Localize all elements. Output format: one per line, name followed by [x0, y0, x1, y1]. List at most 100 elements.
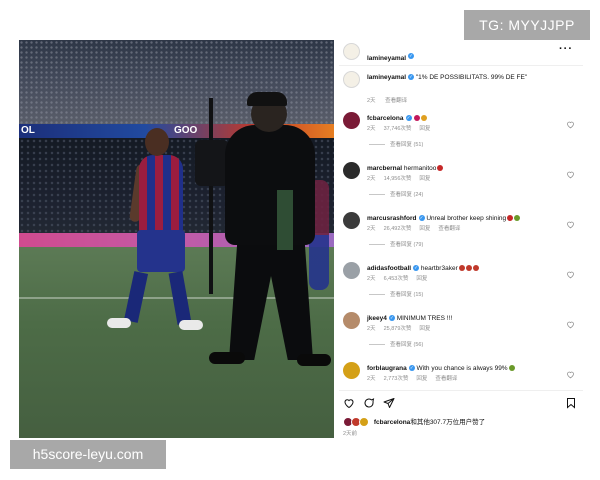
- player-boot-right: [179, 320, 203, 330]
- comment-text-line: marcusrashford ✓ Unreal brother keep shin…: [367, 214, 567, 223]
- reply-link[interactable]: 回复: [419, 126, 430, 132]
- comment-like-count[interactable]: 6,453次赞: [384, 276, 409, 282]
- caption-meta: 2天 查看翻译: [367, 96, 415, 104]
- view-replies-link[interactable]: 查看回复 (51): [390, 140, 423, 148]
- comment-row: jkeey4 ✓ MINIMUM TRES !!! 2天 25,879次赞 回复查看回复…: [339, 312, 583, 358]
- commenter-username[interactable]: jkeey4: [367, 315, 387, 322]
- post-header: lamineyamal ✓ ···: [339, 40, 583, 64]
- commenter-avatar[interactable]: [343, 362, 360, 379]
- comment-like-count[interactable]: 26,492次赞: [384, 226, 412, 232]
- caption-username[interactable]: lamineyamal: [367, 74, 406, 81]
- view-replies-link[interactable]: 查看回复 (15): [390, 290, 423, 298]
- likes-first-user[interactable]: fcbarcelona: [374, 419, 411, 426]
- author-username[interactable]: lamineyamal: [367, 55, 406, 62]
- post-photo[interactable]: OL GOO: [19, 40, 334, 438]
- comment-heart-icon[interactable]: [566, 220, 575, 229]
- comment-heart-icon[interactable]: [566, 370, 575, 379]
- reply-link[interactable]: 回复: [416, 276, 427, 282]
- comment-row: marcbernal hermanitoo 2天 14,956次赞 回复 查看回复 (2…: [339, 162, 583, 208]
- caption-time: 2天: [367, 98, 376, 104]
- bookmark-icon[interactable]: [565, 397, 577, 409]
- caption-text-line: lamineyamal ✓ "1% DE POSSIBILITATS. 99% D…: [367, 73, 567, 82]
- verified-badge-icon: ✓: [408, 52, 415, 59]
- comment-like-count[interactable]: 14,956次赞: [384, 176, 412, 182]
- emoji-icon: [465, 265, 472, 272]
- commenter-avatar[interactable]: [343, 262, 360, 279]
- verified-badge-icon: ✓: [388, 315, 395, 322]
- instagram-post-window: OL GOO lamineyamal ✓ ··· lamineyamal ✓ "…: [19, 40, 583, 438]
- commenter-avatar[interactable]: [343, 312, 360, 329]
- comments-panel: lamineyamal ✓ ··· lamineyamal ✓ "1% DE POS…: [339, 40, 583, 438]
- comment-heart-icon[interactable]: [566, 170, 575, 179]
- author-name-wrap: lamineyamal ✓: [367, 47, 415, 65]
- comment-like-count[interactable]: 2,773次赞: [384, 376, 409, 382]
- see-translation-link[interactable]: 查看翻译: [385, 98, 407, 104]
- emoji-icon: [507, 215, 514, 222]
- verified-badge-icon: ✓: [418, 215, 425, 222]
- comment-text: hermanitoo: [403, 165, 437, 172]
- see-translation-link[interactable]: 查看翻译: [438, 226, 460, 232]
- view-replies-link[interactable]: 查看回复 (56): [390, 340, 423, 348]
- cameraman-shoe-left: [209, 352, 245, 364]
- comment-time: 2天: [367, 226, 376, 232]
- commenter-username[interactable]: marcbernal: [367, 165, 402, 172]
- emoji-icon: [437, 165, 444, 172]
- comment-icon[interactable]: [363, 397, 375, 409]
- emoji-icon: [472, 265, 479, 272]
- comment-meta: 2天 37,746次赞 回复: [367, 124, 438, 132]
- verified-badge-icon: ✓: [408, 365, 415, 372]
- post-timestamp: 2天前: [343, 431, 358, 437]
- comment-text: With you chance is always 99%: [416, 365, 508, 372]
- comment-time: 2天: [367, 326, 376, 332]
- reply-link[interactable]: 回复: [419, 326, 430, 332]
- reply-link[interactable]: 回复: [419, 226, 430, 232]
- comment-row: marcusrashford ✓ Unreal brother keep shin…: [339, 212, 583, 258]
- caption-avatar[interactable]: [343, 71, 360, 88]
- comment-like-count[interactable]: 37,746次赞: [384, 126, 412, 132]
- verified-badge-icon: ✓: [408, 74, 415, 81]
- comment-text-line: marcbernal hermanitoo: [367, 164, 567, 173]
- likes-text: 和其他307.7万位用户赞了: [410, 419, 486, 426]
- player-boot-left: [107, 318, 131, 328]
- comment-row: fcbarcelona ✓ 2天 37,746次赞 回复 查看回复 (51): [339, 112, 583, 158]
- comment-text-line: fcbarcelona ✓: [367, 114, 567, 123]
- commenter-username[interactable]: fcbarcelona: [367, 115, 404, 122]
- commenter-avatar[interactable]: [343, 212, 360, 229]
- led-text-right: GOO: [174, 125, 198, 136]
- see-translation-link[interactable]: 查看翻译: [435, 376, 457, 382]
- commenter-username[interactable]: marcusrashford: [367, 215, 417, 222]
- emoji-icon: [421, 115, 428, 122]
- reply-link[interactable]: 回复: [416, 376, 427, 382]
- comment-meta: 2天 26,492次赞 回复 查看翻译: [367, 224, 468, 232]
- emoji-icon: [514, 215, 521, 222]
- comment-row: adidasfootball ✓ heartbr3aker 2天 6,453次赞 回复查…: [339, 262, 583, 308]
- emoji-icon: [508, 365, 515, 372]
- cameraman-shoe-right: [297, 354, 331, 366]
- player-head: [145, 128, 169, 156]
- commenter-avatar[interactable]: [343, 162, 360, 179]
- comment-heart-icon[interactable]: [566, 270, 575, 279]
- view-replies-link[interactable]: 查看回复 (79): [390, 240, 423, 248]
- comment-text-line: forblaugrana ✓ With you chance is always …: [367, 364, 567, 373]
- cameraman-strap: [277, 190, 293, 250]
- commenter-username[interactable]: adidasfootball: [367, 265, 411, 272]
- comment-like-count[interactable]: 25,879次赞: [384, 326, 412, 332]
- player-shirt: [139, 155, 183, 235]
- commenter-avatar[interactable]: [343, 112, 360, 129]
- author-avatar[interactable]: [343, 43, 360, 60]
- share-icon[interactable]: [383, 397, 395, 409]
- commenter-username[interactable]: forblaugrana: [367, 365, 407, 372]
- comment-heart-icon[interactable]: [566, 320, 575, 329]
- view-replies-link[interactable]: 查看回复 (24): [390, 190, 423, 198]
- watermark-telegram: TG: MYYJJPP: [464, 10, 590, 40]
- heart-icon[interactable]: [343, 397, 355, 409]
- more-options-icon[interactable]: ···: [559, 43, 573, 55]
- comment-meta: 2天 2,773次赞 回复 查看翻译: [367, 374, 465, 382]
- cameraman-body: [225, 125, 315, 245]
- reply-link[interactable]: 回复: [419, 176, 430, 182]
- comment-meta: 2天 6,453次赞 回复: [367, 274, 435, 282]
- comment-heart-icon[interactable]: [566, 120, 575, 129]
- likes-summary[interactable]: fcbarcelona和其他307.7万位用户赞了: [343, 416, 583, 428]
- comment-text-line: jkeey4 ✓ MINIMUM TRES !!!: [367, 314, 567, 323]
- verified-badge-icon: ✓: [405, 115, 412, 122]
